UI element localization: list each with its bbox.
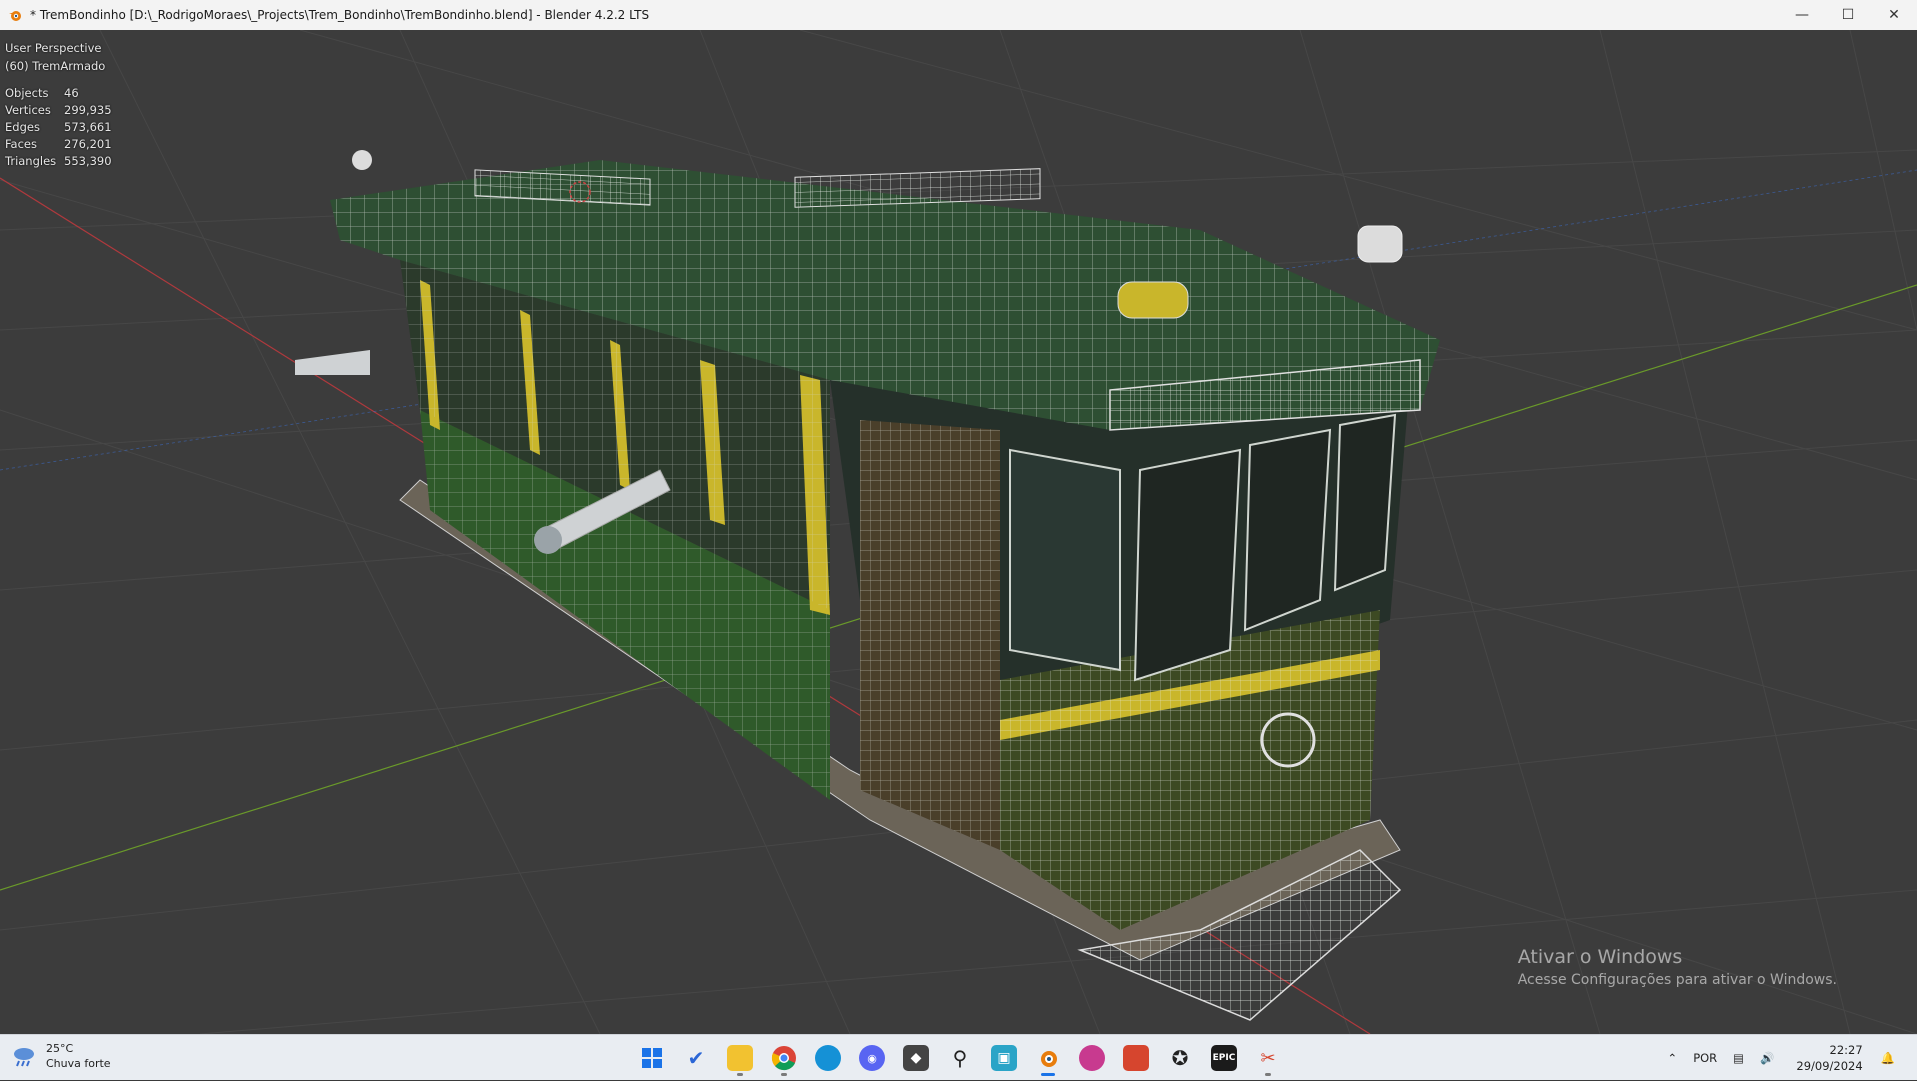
rain-cloud-icon (14, 1048, 34, 1067)
chrome-icon[interactable] (762, 1039, 806, 1077)
stat-value: 573,661 (64, 120, 112, 134)
weather-condition: Chuva forte (46, 1057, 111, 1070)
stat-label: Vertices (5, 103, 51, 117)
stat-value: 46 (64, 86, 79, 100)
davinci-icon[interactable] (1070, 1039, 1114, 1077)
todo-icon[interactable]: ✔ (674, 1039, 718, 1077)
tram-model[interactable] (295, 150, 1440, 1021)
viewport-scene (0, 30, 1917, 1034)
activation-heading: Ativar o Windows (1517, 946, 1683, 968)
stat-label: Edges (5, 120, 40, 134)
activation-subtext: Acesse Configurações para ativar o Windo… (1517, 972, 1837, 988)
active-object-label: (60) TremArmado (5, 59, 106, 73)
teams-icon[interactable]: ▣ (982, 1039, 1026, 1077)
taskbar-apps: ✔ ◉ ◆ ⚲ ▣ ✪ EPIC ✂ (630, 1039, 1290, 1077)
blender-logo-icon (0, 0, 30, 30)
stat-value: 553,390 (64, 154, 112, 168)
edge-icon[interactable] (806, 1039, 850, 1077)
unity-icon[interactable]: ◆ (894, 1039, 938, 1077)
stat-label: Faces (5, 137, 37, 151)
taskbar: 25°C Chuva forte ✔ ◉ ◆ ⚲ ▣ ✪ EPIC ✂ ⌃ PO… (0, 1034, 1917, 1080)
stat-row: Objects 46 (5, 85, 112, 102)
windows-start-icon[interactable] (630, 1039, 674, 1077)
clock-time: 22:27 (1829, 1043, 1863, 1057)
stat-value: 299,935 (64, 103, 112, 117)
file-explorer-icon[interactable] (718, 1039, 762, 1077)
perspective-label: User Perspective (5, 41, 102, 55)
weather-temperature: 25°C (46, 1042, 74, 1055)
notification-bell-icon[interactable]: 🔔 (1881, 1051, 1895, 1065)
blender-icon[interactable] (1026, 1039, 1070, 1077)
title-bar: * TremBondinho [D:\_RodrigoMoraes\_Proje… (0, 0, 1917, 30)
search-app-icon[interactable]: ⚲ (938, 1039, 982, 1077)
discord-icon[interactable]: ◉ (850, 1039, 894, 1077)
windows-activation-watermark: Ativar o Windows Acesse Configurações pa… (1518, 946, 1837, 988)
network-icon[interactable]: ▤ (1733, 1051, 1744, 1065)
system-tray: ⌃ POR ▤ 🔊 22:27 29/09/2024 🔔 (1660, 1035, 1903, 1081)
stat-row: Faces 276,201 (5, 136, 112, 153)
chevron-up-icon[interactable]: ⌃ (1668, 1051, 1678, 1065)
substance-icon[interactable] (1114, 1039, 1158, 1077)
weather-widget[interactable]: 25°C Chuva forte (10, 1041, 111, 1071)
maximize-icon[interactable]: ☐ (1825, 0, 1871, 30)
epic-games-icon[interactable]: EPIC (1202, 1039, 1246, 1077)
snipping-tool-icon[interactable]: ✂ (1246, 1039, 1290, 1077)
window-title: * TremBondinho [D:\_RodrigoMoraes\_Proje… (30, 8, 650, 22)
stat-value: 276,201 (64, 137, 112, 151)
stat-label: Triangles (5, 154, 57, 168)
clock[interactable]: 22:27 29/09/2024 (1796, 1042, 1862, 1074)
volume-icon[interactable]: 🔊 (1760, 1051, 1774, 1065)
viewport-info: User Perspective (60) TremArmado (5, 39, 105, 75)
stat-label: Objects (5, 86, 49, 100)
3d-viewport[interactable]: User Perspective (60) TremArmado Objects… (0, 30, 1917, 1034)
stat-row: Edges 573,661 (5, 119, 112, 136)
zbrush-icon[interactable]: ✪ (1158, 1039, 1202, 1077)
scene-statistics: Objects 46 Vertices 299,935 Edges 573,661 F… (5, 85, 112, 170)
clock-date: 29/09/2024 (1796, 1059, 1863, 1073)
stat-row: Triangles 553,390 (5, 153, 112, 170)
close-icon[interactable]: ✕ (1871, 0, 1917, 30)
language-indicator[interactable]: POR (1693, 1051, 1717, 1065)
minimize-icon[interactable]: — (1779, 0, 1825, 30)
stat-row: Vertices 299,935 (5, 102, 112, 119)
